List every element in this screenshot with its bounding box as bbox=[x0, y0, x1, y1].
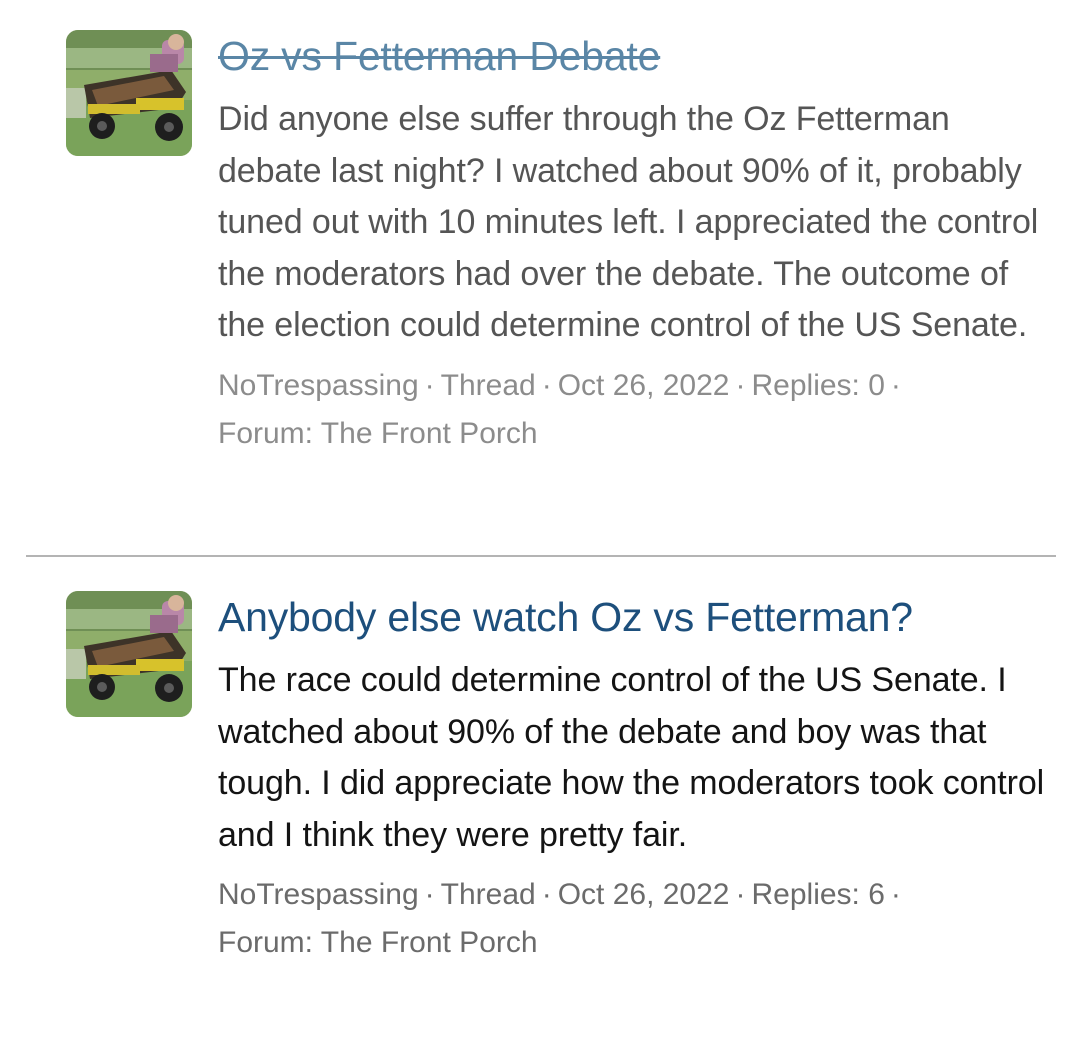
meta-separator: · bbox=[890, 878, 901, 911]
thread-title-link[interactable]: Oz vs Fetterman Debate bbox=[218, 30, 1048, 82]
thread-title-link[interactable]: Anybody else watch Oz vs Fetterman? bbox=[218, 591, 1048, 643]
author-link[interactable]: NoTrespassing bbox=[218, 878, 419, 911]
search-result-1[interactable]: Oz vs Fetterman Debate Did anyone else s… bbox=[0, 0, 1080, 555]
user-avatar-icon[interactable] bbox=[66, 30, 192, 156]
meta-separator: · bbox=[890, 368, 901, 402]
meta-separator: · bbox=[735, 368, 746, 402]
thread-meta: NoTrespassing · Thread · Oct 26, 2022 · Replie… bbox=[218, 362, 1048, 458]
post-date: Oct 26, 2022 bbox=[557, 878, 730, 911]
thread-meta: NoTrespassing · Thread · Oct 26, 2022 · Replie… bbox=[218, 871, 1048, 967]
meta-separator: · bbox=[424, 368, 435, 402]
content-type: Thread bbox=[440, 878, 536, 911]
search-result-2[interactable]: Anybody else watch Oz vs Fetterman? The … bbox=[0, 557, 1080, 1050]
forum-link[interactable]: Forum: The Front Porch bbox=[218, 417, 538, 450]
meta-separator: · bbox=[541, 878, 552, 911]
meta-separator: · bbox=[735, 878, 746, 911]
thread-snippet: The race could determine control of the … bbox=[218, 661, 1045, 854]
user-avatar-icon[interactable] bbox=[66, 591, 192, 717]
post-date: Oct 26, 2022 bbox=[557, 368, 730, 402]
content-type: Thread bbox=[440, 368, 536, 402]
forum-link[interactable]: Forum: The Front Porch bbox=[218, 926, 538, 959]
reply-count: Replies: 0 bbox=[751, 368, 885, 402]
thread-snippet: Did anyone else suffer through the Oz Fe… bbox=[218, 100, 1039, 344]
reply-count: Replies: 6 bbox=[751, 878, 885, 911]
meta-separator: · bbox=[541, 368, 552, 402]
author-link[interactable]: NoTrespassing bbox=[218, 369, 419, 402]
meta-separator: · bbox=[424, 878, 435, 911]
